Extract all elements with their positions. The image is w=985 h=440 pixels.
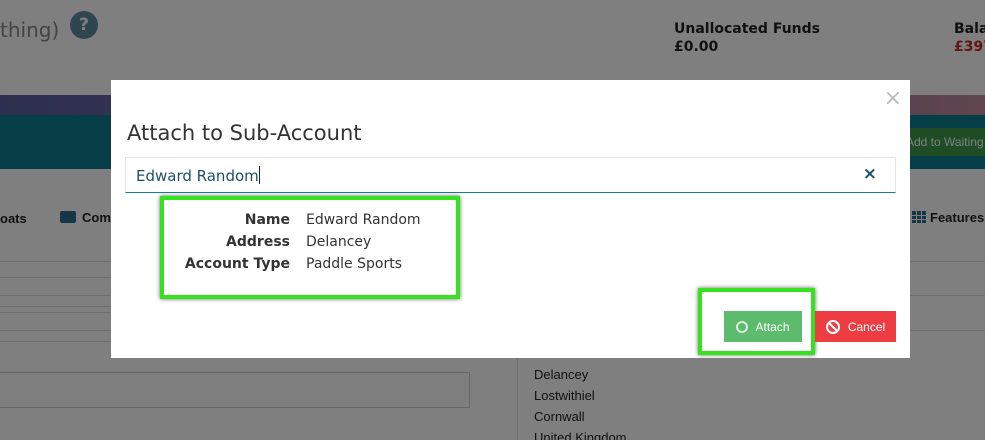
paperclip-icon	[734, 318, 751, 335]
account-type-label: Account Type	[184, 256, 290, 272]
ban-icon	[825, 319, 840, 334]
attach-button-label: Attach	[755, 319, 790, 334]
cancel-button-label: Cancel	[847, 319, 886, 334]
name-value: Edward Random	[306, 212, 421, 228]
address-label: Address	[226, 234, 290, 250]
close-icon[interactable]: ×	[884, 86, 902, 111]
account-type-value: Paddle Sports	[306, 256, 402, 272]
search-input-value: Edward Random	[136, 167, 259, 185]
attach-button[interactable]: Attach	[724, 311, 802, 342]
search-input[interactable]: Edward Random	[136, 166, 836, 185]
text-caret	[258, 166, 260, 184]
attach-sub-account-modal: × Attach to Sub-Account Edward Random × …	[111, 80, 910, 358]
address-value: Delancey	[306, 234, 372, 250]
sub-account-search[interactable]: Edward Random ×	[125, 157, 896, 193]
account-details-panel: Name Edward Random Address Delancey Acco…	[160, 196, 460, 299]
name-label: Name	[244, 212, 290, 228]
cancel-button[interactable]: Cancel	[815, 311, 896, 342]
modal-title: Attach to Sub-Account	[127, 121, 362, 145]
clear-icon[interactable]: ×	[863, 164, 877, 184]
